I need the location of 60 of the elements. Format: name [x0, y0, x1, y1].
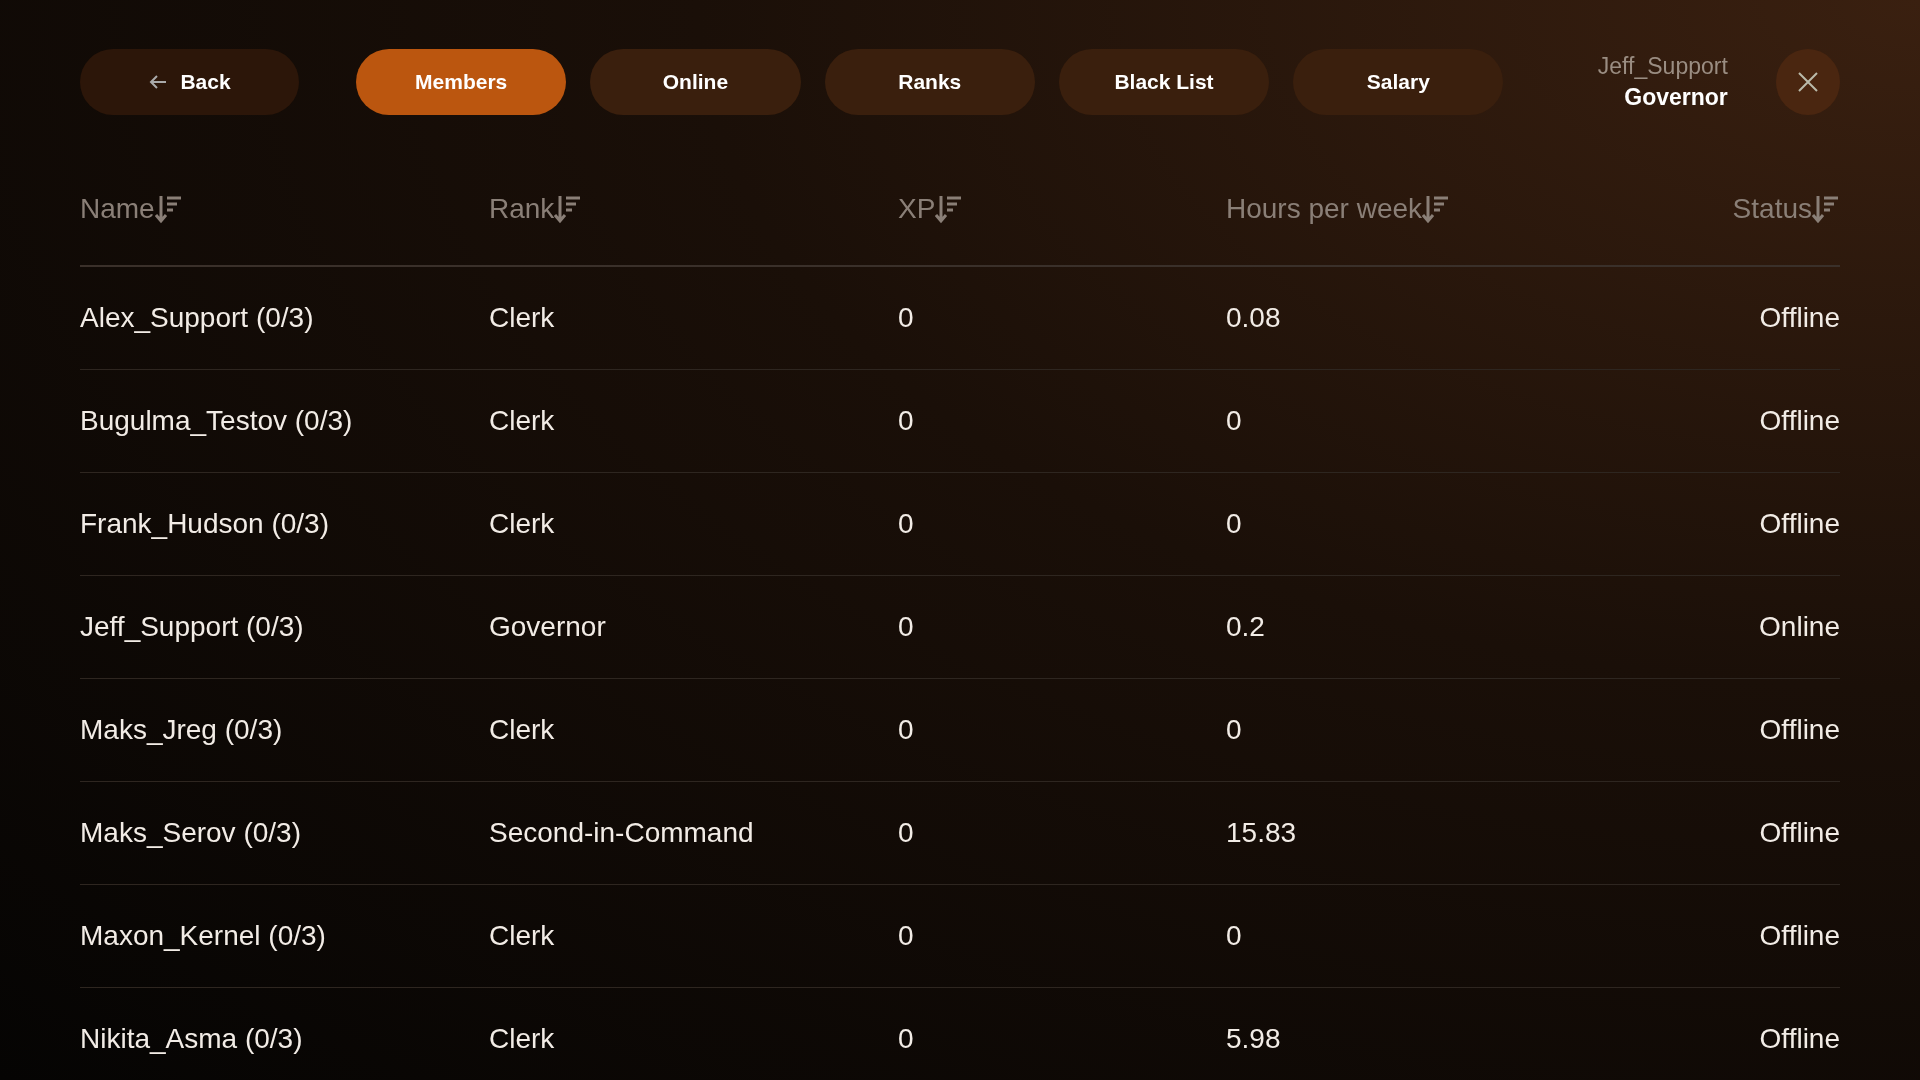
table-cell: Nikita_Asma (0/3): [80, 1023, 303, 1055]
sort-icon[interactable]: [1422, 194, 1451, 224]
table-cell: Offline: [1759, 508, 1840, 540]
table-cell: Offline: [1759, 920, 1840, 952]
table-cell: Bugulma_Testov (0/3): [80, 405, 353, 437]
column-header[interactable]: Name: [80, 193, 155, 225]
table-cell: 0: [1226, 920, 1242, 952]
table-cell: Online: [1759, 611, 1840, 643]
back-button[interactable]: Back: [80, 49, 300, 115]
table-cell: Offline: [1759, 405, 1840, 437]
table-cell: Maks_Jreg (0/3): [80, 714, 283, 746]
table-cell: Second-in-Command: [489, 817, 754, 849]
tab[interactable]: Members: [356, 49, 567, 115]
table-cell: Offline: [1759, 817, 1840, 849]
table-cell: 0: [898, 508, 914, 540]
table-cell: 0: [1226, 405, 1242, 437]
table-cell: 0: [898, 817, 914, 849]
user-name: Jeff_Support: [1597, 53, 1728, 80]
table-cell: Jeff_Support (0/3): [80, 611, 304, 643]
table-cell: 0: [1226, 714, 1242, 746]
table-cell: 0: [898, 302, 914, 334]
table-cell: Clerk: [489, 508, 555, 540]
column-header[interactable]: Status: [1732, 193, 1812, 225]
table-cell: Clerk: [489, 302, 555, 334]
table-cell: 0.2: [1226, 611, 1265, 643]
table-cell: Governor: [489, 611, 606, 643]
sort-icon[interactable]: [554, 194, 583, 224]
table-cell: Alex_Support (0/3): [80, 302, 314, 334]
table-cell: 0: [898, 611, 914, 643]
column-header[interactable]: Hours per week: [1226, 193, 1423, 225]
table-cell: Maxon_Kernel (0/3): [80, 920, 326, 952]
table-cell: 15.83: [1226, 817, 1297, 849]
table-cell: 0: [898, 405, 914, 437]
table-cell: Frank_Hudson (0/3): [80, 508, 329, 540]
user-rank: Governor: [1624, 84, 1728, 111]
table-cell: Clerk: [489, 405, 555, 437]
sort-icon[interactable]: [935, 194, 964, 224]
tab[interactable]: Black List: [1058, 49, 1270, 115]
table-cell: 5.98: [1226, 1023, 1281, 1055]
table-cell: 0: [898, 920, 914, 952]
tab[interactable]: Ranks: [824, 49, 1035, 115]
close-icon: [1796, 71, 1819, 93]
table-cell: Offline: [1759, 302, 1840, 334]
column-header[interactable]: Rank: [489, 193, 555, 225]
sort-icon[interactable]: [154, 194, 183, 224]
table-cell: Clerk: [489, 714, 555, 746]
arrow-left-icon: [148, 74, 169, 90]
table-cell: Clerk: [489, 1023, 555, 1055]
table-cell: Maks_Serov (0/3): [80, 817, 301, 849]
table-cell: Offline: [1759, 714, 1840, 746]
table-cell: 0: [1226, 508, 1242, 540]
table-cell: Offline: [1759, 1023, 1840, 1055]
table-cell: 0.08: [1226, 302, 1281, 334]
column-header[interactable]: XP: [898, 193, 936, 225]
tab[interactable]: Online: [590, 49, 801, 115]
table-cell: 0: [898, 1023, 914, 1055]
tab[interactable]: Salary: [1293, 49, 1504, 115]
table-cell: Clerk: [489, 920, 555, 952]
table-cell: 0: [898, 714, 914, 746]
sort-icon[interactable]: [1812, 194, 1840, 224]
